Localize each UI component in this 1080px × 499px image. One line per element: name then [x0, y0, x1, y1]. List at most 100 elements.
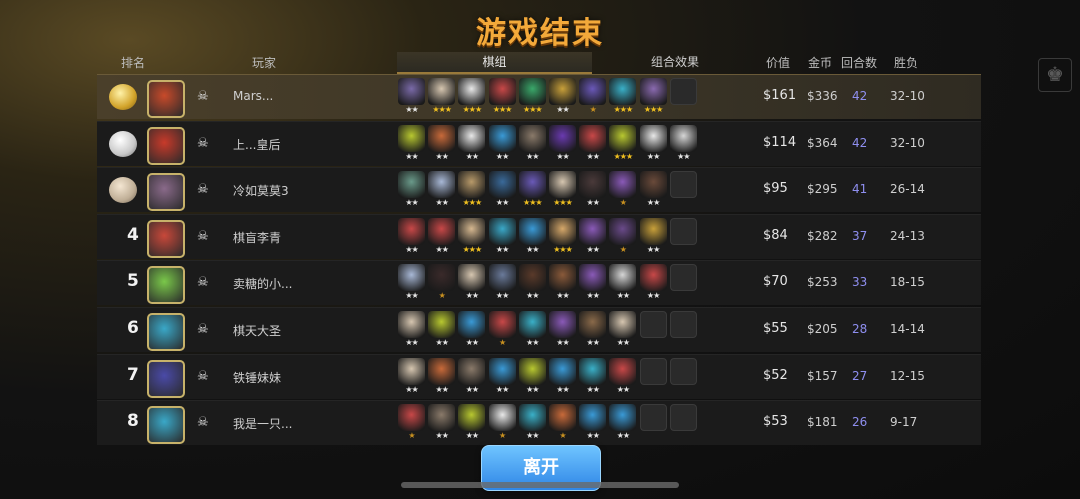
- unit-slot[interactable]: [669, 404, 697, 444]
- unit-slot[interactable]: [669, 264, 697, 304]
- unit-slot[interactable]: ★★: [518, 357, 546, 398]
- unit-slot[interactable]: ★★: [669, 124, 697, 165]
- unit-slot[interactable]: ★: [609, 171, 637, 211]
- unit-slot[interactable]: ★★: [579, 311, 607, 351]
- unit-slot[interactable]: ★★: [458, 311, 486, 351]
- unit-slot[interactable]: ★★: [428, 404, 456, 444]
- unit-slot[interactable]: ★★: [518, 404, 546, 444]
- avatar[interactable]: [147, 266, 185, 305]
- unit-slot[interactable]: ★★★: [518, 78, 546, 118]
- unit-slot[interactable]: ★★★: [518, 171, 546, 211]
- unit-slot[interactable]: ★★: [488, 217, 516, 258]
- avatar[interactable]: [147, 359, 185, 398]
- unit-slot[interactable]: ★★: [458, 124, 486, 165]
- unit-slot[interactable]: [639, 311, 667, 351]
- unit-slot[interactable]: ★★★: [458, 171, 486, 211]
- unit-slot[interactable]: ★★★: [609, 78, 637, 118]
- header-value: 价值: [766, 56, 791, 70]
- scrollbar[interactable]: [401, 482, 679, 488]
- unit-slot[interactable]: ★★: [549, 78, 576, 118]
- unit-slot[interactable]: ★★: [639, 217, 667, 258]
- unit-slot[interactable]: ★★: [398, 264, 425, 304]
- unit-slot[interactable]: ★: [549, 404, 576, 444]
- unit-slot[interactable]: ★★: [398, 357, 425, 398]
- unit-slot[interactable]: ★★: [428, 171, 456, 211]
- avatar[interactable]: [147, 173, 185, 212]
- unit-slot[interactable]: ★★: [549, 311, 576, 351]
- unit-slot[interactable]: ★: [488, 404, 516, 444]
- avatar[interactable]: [147, 219, 185, 258]
- unit-slot[interactable]: ★★: [579, 124, 607, 165]
- unit-slot[interactable]: ★★: [518, 124, 546, 165]
- unit-slot[interactable]: ★★: [428, 217, 456, 258]
- unit-portrait-icon: [579, 217, 607, 245]
- unit-slot[interactable]: ★★: [488, 264, 516, 304]
- unit-slot[interactable]: ★★: [549, 264, 576, 304]
- unit-slot[interactable]: ★★★: [428, 78, 456, 118]
- unit-slot[interactable]: ★★: [549, 124, 576, 165]
- unit-slot[interactable]: ★★: [398, 311, 425, 351]
- unit-portrait-icon: [579, 124, 607, 152]
- unit-stars: ★★: [586, 151, 600, 161]
- unit-slot[interactable]: ★★: [579, 171, 607, 211]
- unit-slot[interactable]: ★★: [579, 217, 607, 258]
- unit-stars: ★★: [526, 244, 539, 254]
- unit-slot[interactable]: ★★: [518, 311, 546, 351]
- unit-portrait-icon: [579, 357, 607, 385]
- unit-slot[interactable]: ★★: [609, 357, 637, 398]
- unit-slot[interactable]: ★: [579, 78, 607, 118]
- avatar[interactable]: [147, 80, 185, 118]
- unit-slot[interactable]: ★★: [639, 124, 667, 165]
- unit-slot[interactable]: ★★: [488, 171, 516, 211]
- unit-stars: ★★: [405, 384, 418, 394]
- unit-slot[interactable]: ★★: [518, 217, 546, 258]
- unit-slot[interactable]: ★★★: [549, 171, 576, 211]
- unit-slot[interactable]: ★: [488, 311, 516, 351]
- unit-slot[interactable]: ★: [428, 264, 456, 304]
- player-name: 铁锤妹妹: [233, 370, 282, 385]
- unit-slot[interactable]: [669, 78, 697, 118]
- unit-slot[interactable]: ★★: [579, 404, 607, 444]
- unit-slot[interactable]: [639, 357, 667, 398]
- unit-slot[interactable]: ★★: [398, 78, 425, 118]
- unit-slot[interactable]: ★★: [609, 264, 637, 304]
- unit-slot[interactable]: ★★★: [458, 217, 486, 258]
- unit-slot[interactable]: ★★: [639, 264, 667, 304]
- unit-slot[interactable]: ★★: [428, 124, 456, 165]
- unit-slot[interactable]: ★★: [579, 357, 607, 398]
- unit-slot[interactable]: [639, 404, 667, 444]
- unit-slot[interactable]: ★★: [579, 264, 607, 304]
- tab-lineup[interactable]: 棋组: [397, 52, 592, 74]
- tab-synergy[interactable]: 组合效果: [595, 52, 755, 72]
- unit-slot[interactable]: ★★★: [609, 124, 637, 165]
- unit-slot[interactable]: ★: [609, 217, 637, 258]
- unit-slot[interactable]: ★★: [398, 217, 425, 258]
- unit-slot[interactable]: ★★: [518, 264, 546, 304]
- unit-slot[interactable]: ★★★: [458, 78, 486, 118]
- unit-slot[interactable]: ★★: [488, 357, 516, 398]
- unit-slot[interactable]: ★★: [639, 171, 667, 211]
- unit-slot[interactable]: ★: [398, 404, 425, 444]
- unit-slot[interactable]: [669, 311, 697, 351]
- unit-slot[interactable]: ★★: [458, 264, 486, 304]
- unit-slot[interactable]: ★★: [398, 171, 425, 211]
- unit-slot[interactable]: ★★: [458, 404, 486, 444]
- unit-slot[interactable]: ★★: [398, 124, 425, 165]
- avatar[interactable]: [147, 313, 185, 351]
- unit-slot[interactable]: ★★★: [639, 78, 667, 118]
- avatar[interactable]: [147, 406, 185, 445]
- unit-slot[interactable]: [669, 171, 697, 211]
- unit-slot[interactable]: ★★: [609, 311, 637, 351]
- unit-slot[interactable]: ★★★: [549, 217, 576, 258]
- unit-slot[interactable]: ★★: [428, 311, 456, 351]
- unit-slot[interactable]: [669, 217, 697, 258]
- unit-slot[interactable]: ★★: [549, 357, 576, 398]
- unit-portrait-icon: [458, 311, 486, 338]
- unit-slot[interactable]: ★★: [428, 357, 456, 398]
- unit-slot[interactable]: ★★: [609, 404, 637, 444]
- unit-slot[interactable]: ★★: [488, 124, 516, 165]
- unit-slot[interactable]: [669, 357, 697, 398]
- unit-slot[interactable]: ★★: [458, 357, 486, 398]
- avatar[interactable]: [147, 126, 185, 165]
- unit-slot[interactable]: ★★★: [488, 78, 516, 118]
